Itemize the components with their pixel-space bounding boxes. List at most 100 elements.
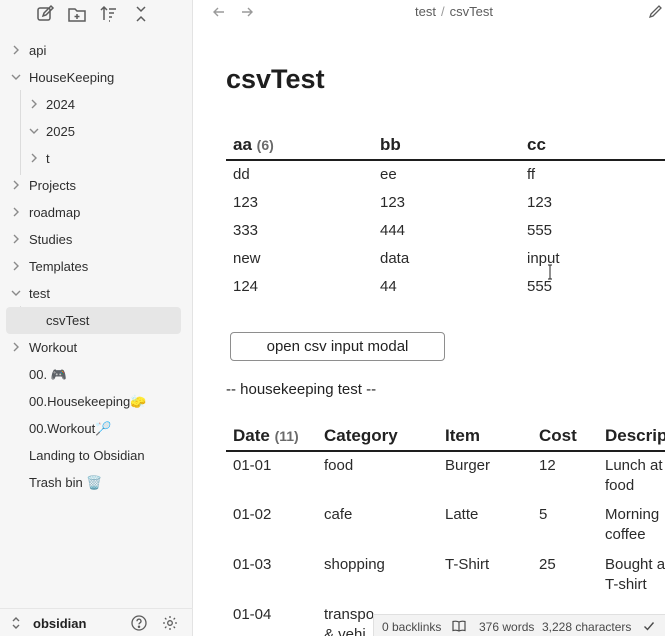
table-row: 123 123 123 <box>226 188 665 216</box>
tree-folder-projects[interactable]: Projects <box>0 172 193 199</box>
table-row: dd ee ff <box>226 160 665 188</box>
tree-folder-2024[interactable]: 2024 <box>0 91 193 118</box>
tree-folder-housekeeping[interactable]: HouseKeeping <box>0 64 193 91</box>
column-header-category[interactable]: Category <box>317 421 438 452</box>
new-note-icon[interactable] <box>35 4 55 24</box>
tree-file-00-workout[interactable]: 00.Workout🏸 <box>0 415 193 442</box>
table-row: 124 44 555 <box>226 272 665 300</box>
table-cell: input <box>527 249 560 267</box>
sort-icon[interactable] <box>99 4 119 24</box>
chevron-down-icon <box>29 128 39 134</box>
column-header-bb[interactable]: bb <box>373 130 520 161</box>
chevron-right-icon <box>13 261 19 271</box>
word-count: 376 words <box>479 620 535 634</box>
table-cell: 25 <box>539 556 556 573</box>
table-cell: 12 <box>539 457 556 474</box>
note-title: csvTest <box>226 64 325 94</box>
book-open-icon[interactable] <box>452 620 466 632</box>
column-header-date[interactable]: Date (11) <box>226 421 317 452</box>
back-arrow-icon[interactable] <box>212 5 226 19</box>
vault-switch-chevrons-icon[interactable] <box>11 617 21 629</box>
column-header-aa[interactable]: aa (6) <box>226 130 373 161</box>
tree-folder-t[interactable]: t <box>0 145 193 172</box>
tree-item-label: test <box>29 286 50 301</box>
tree-folder-templates[interactable]: Templates <box>0 253 193 280</box>
tree-file-trash-bin[interactable]: Trash bin 🗑️ <box>0 469 193 496</box>
vault-name[interactable]: obsidian <box>33 616 86 631</box>
column-header-item[interactable]: Item <box>438 421 532 452</box>
table-cell: Lunch at food <box>605 457 663 494</box>
table-cell: Latte <box>445 506 479 523</box>
housekeeping-heading: -- housekeeping test -- <box>226 381 377 398</box>
table-cell: ee <box>380 166 397 183</box>
table-cell: T-Shirt <box>445 556 490 573</box>
tree-item-label: HouseKeeping <box>29 70 115 85</box>
breadcrumb-separator: / <box>440 4 445 19</box>
tree-folder-api[interactable]: api <box>0 37 193 64</box>
table-cell: dd <box>233 166 250 183</box>
tree-folder-studies[interactable]: Studies <box>0 226 193 253</box>
chevron-right-icon <box>31 153 37 163</box>
breadcrumb-parent[interactable]: test <box>415 4 436 19</box>
chevron-down-icon <box>11 290 21 296</box>
chevron-right-icon <box>13 342 19 352</box>
table-row: 333 444 555 <box>226 216 665 244</box>
table-cell: 124 <box>233 277 259 295</box>
table-row: new data input <box>226 244 665 272</box>
table-cell: 333 <box>233 221 259 239</box>
collapse-all-icon[interactable] <box>131 4 151 24</box>
table-row: 01-01 food Burger 12 Lunch at food <box>226 451 665 501</box>
table-cell: ff <box>527 166 536 183</box>
column-header-cost[interactable]: Cost <box>532 421 598 452</box>
tree-item-label: 00.Workout🏸 <box>29 421 112 436</box>
file-tree: api HouseKeeping 2024 2025 t Projects ro… <box>0 37 193 496</box>
tree-folder-test[interactable]: test <box>0 280 193 307</box>
tree-folder-roadmap[interactable]: roadmap <box>0 199 193 226</box>
backlinks-count[interactable]: 0 backlinks <box>382 620 441 634</box>
column-header-description[interactable]: Descrip <box>598 421 665 452</box>
character-count: 3,228 characters <box>542 620 632 634</box>
tree-file-csvtest[interactable]: csvTest <box>6 307 181 334</box>
tree-item-label: 00. 🎮 <box>29 367 67 382</box>
tree-item-label: 2024 <box>46 97 75 112</box>
table-cell: new <box>233 249 261 267</box>
breadcrumb-current[interactable]: csvTest <box>450 4 493 19</box>
table-cell: shopping <box>324 556 385 573</box>
tree-file-landing-to-obsidian[interactable]: Landing to Obsidian <box>0 442 193 469</box>
status-bar: 0 backlinks 376 words 3,228 characters <box>373 614 665 636</box>
view-header: test / csvTest <box>193 0 665 24</box>
table-cell: 44 <box>380 277 397 295</box>
note-view: test / csvTest csvTest aa (6) bb cc dd ee … <box>193 0 665 636</box>
tree-file-00[interactable]: 00. 🎮 <box>0 361 193 388</box>
table-cell: 123 <box>233 193 259 211</box>
new-folder-icon[interactable] <box>67 4 87 24</box>
table-cell: 5 <box>539 506 548 523</box>
table-cell: 01-04 <box>233 606 272 623</box>
edit-pencil-icon[interactable] <box>648 4 663 19</box>
forward-arrow-icon[interactable] <box>240 5 254 19</box>
chevron-right-icon <box>13 180 19 190</box>
help-icon[interactable] <box>131 615 147 631</box>
table-cell: 01-03 <box>233 556 272 573</box>
row-count: (11) <box>274 427 299 444</box>
table-cell: Burger <box>445 457 491 474</box>
table-cell: 444 <box>380 221 406 239</box>
tree-folder-2025[interactable]: 2025 <box>0 118 193 145</box>
gear-icon[interactable] <box>162 615 178 631</box>
table-row: 01-03 shopping T-Shirt 25 Bought a T-shir… <box>226 551 665 601</box>
tree-folder-workout[interactable]: Workout <box>0 334 193 361</box>
tree-file-00-housekeeping[interactable]: 00.Housekeeping🧽 <box>0 388 193 415</box>
tree-item-label: Templates <box>29 259 89 274</box>
table-cell: Morning coffee <box>605 506 660 543</box>
open-csv-input-modal-button[interactable]: open csv input modal <box>230 332 445 361</box>
chevron-right-icon <box>13 207 19 217</box>
breadcrumb: test / csvTest <box>415 4 493 19</box>
housekeeping-table: Date (11) Category Item Cost Descrip 01-… <box>226 421 665 636</box>
tree-item-label: Workout <box>29 340 78 355</box>
tree-item-label: t <box>46 151 50 166</box>
tree-item-label: roadmap <box>29 205 81 220</box>
column-header-cc[interactable]: cc <box>520 130 665 161</box>
vault-switcher-bar: obsidian <box>0 608 193 636</box>
sync-check-icon[interactable] <box>643 620 655 632</box>
file-explorer-sidebar: api HouseKeeping 2024 2025 t Projects ro… <box>0 0 193 636</box>
